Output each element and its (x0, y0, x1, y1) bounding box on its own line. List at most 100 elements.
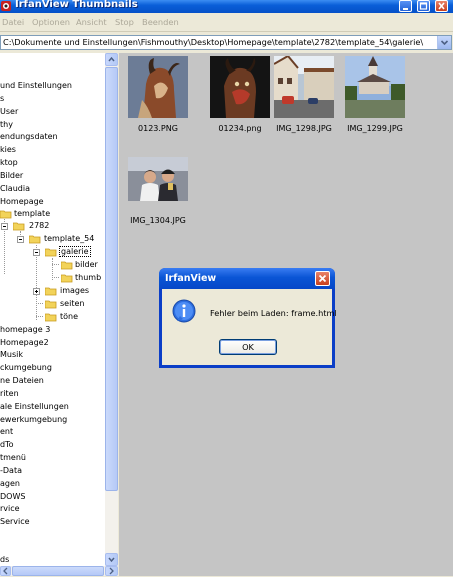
tree-item-thumb[interactable]: thumb (75, 272, 101, 283)
folder-icon (61, 274, 73, 283)
photo-mask-2[interactable] (210, 56, 270, 118)
tree-item[interactable]: ktop (0, 157, 18, 168)
close-icon (438, 2, 445, 10)
thumbnail-caption: 0123.PNG (138, 124, 178, 133)
photo-church[interactable] (345, 56, 405, 118)
maximize-button[interactable] (417, 0, 430, 12)
tree-item[interactable]: ckumgebung (0, 362, 52, 373)
dialog-message: Fehler beim Laden: frame.html (210, 308, 337, 318)
selected-folder-label: galerie (59, 246, 91, 257)
tree-item[interactable]: kies (0, 144, 16, 155)
tree-item-template[interactable]: template (14, 208, 50, 219)
tree-line (36, 316, 43, 317)
close-button[interactable] (435, 0, 448, 12)
dialog-title-bar: IrfanView (159, 268, 335, 289)
maximize-icon (419, 2, 428, 10)
menu-stop[interactable]: Stop (115, 17, 134, 27)
tree-item[interactable]: Service (0, 516, 30, 527)
chevron-right-icon (109, 567, 114, 575)
title-bar: IrfanView Thumbnails (0, 0, 453, 13)
tree-item-images[interactable]: images (60, 285, 89, 296)
folder-open-icon (29, 235, 41, 244)
scroll-down-button[interactable] (105, 553, 118, 566)
tree-item-2782[interactable]: 2782 (29, 220, 49, 231)
dialog-close-button[interactable] (315, 271, 330, 286)
tree-item[interactable]: s (0, 93, 4, 104)
menu-ansicht[interactable]: Ansicht (76, 17, 107, 27)
irfanview-icon (1, 1, 11, 11)
tree-item[interactable]: User (0, 106, 18, 117)
folder-open-icon (0, 210, 12, 219)
chevron-down-icon (440, 40, 449, 46)
tree-item[interactable]: tmenü (0, 452, 26, 463)
folder-open-icon (45, 248, 57, 257)
menu-beenden[interactable]: Beenden (142, 17, 179, 27)
path-dropdown-button[interactable] (437, 36, 451, 49)
chevron-up-icon (108, 56, 115, 62)
scroll-thumb-horizontal[interactable] (12, 566, 104, 576)
tree-item[interactable]: Homepage (0, 196, 44, 207)
tree-vertical-scrollbar[interactable] (105, 53, 118, 567)
tree-item[interactable]: -Data (0, 465, 22, 476)
tree-item-seiten[interactable]: seiten (60, 298, 84, 309)
collapse-icon[interactable] (17, 236, 24, 243)
tree-item[interactable]: und Einstellungen (0, 80, 72, 91)
dialog-body: Fehler beim Laden: frame.html OK (162, 289, 337, 365)
tree-item[interactable]: ewerkumgebung (0, 414, 67, 425)
tree-item[interactable]: rvice (0, 503, 20, 514)
tree-horizontal-scrollbar[interactable] (0, 566, 118, 576)
tree-item-bilder[interactable]: bilder (75, 259, 98, 270)
tree-item[interactable]: ds (0, 554, 9, 565)
chevron-down-icon (108, 557, 115, 563)
scroll-left-button[interactable] (0, 566, 11, 576)
ok-button[interactable]: OK (219, 339, 277, 355)
minimize-icon (403, 8, 408, 10)
photo-couple[interactable] (128, 157, 188, 201)
tree-line (52, 264, 59, 265)
thumbnail-caption: IMG_1298.JPG (276, 124, 332, 133)
dialog-title: IrfanView (165, 273, 217, 284)
tree-item[interactable]: Claudia (0, 183, 30, 194)
photo-street[interactable] (274, 56, 334, 118)
window-title: IrfanView Thumbnails (15, 0, 138, 10)
scroll-up-button[interactable] (105, 53, 118, 66)
tree-item-toene[interactable]: töne (60, 311, 78, 322)
tree-line (36, 303, 43, 304)
tree-item[interactable]: Bilder (0, 170, 23, 181)
tree-item[interactable]: ale Einstellungen (0, 401, 69, 412)
error-dialog: IrfanView Fehler beim Laden: frame.html … (159, 268, 337, 368)
tree-item[interactable]: ne Dateien (0, 375, 44, 386)
close-icon (318, 274, 327, 283)
tree-item[interactable]: agen (0, 478, 20, 489)
tree-item-template-54[interactable]: template_54 (44, 233, 94, 244)
tree-item[interactable]: Musik (0, 349, 23, 360)
path-combobox[interactable]: C:\Dokumente und Einstellungen\Fishmouth… (0, 35, 452, 50)
folder-tree[interactable]: und Einstellungen s User thy endungsdate… (0, 53, 105, 567)
menu-datei[interactable]: Datei (2, 17, 24, 27)
scroll-thumb[interactable] (105, 67, 118, 491)
menu-optionen[interactable]: Optionen (32, 17, 70, 27)
thumbnail-caption: IMG_1304.JPG (130, 216, 186, 225)
tree-item[interactable]: homepage 3 (0, 324, 50, 335)
scroll-right-button[interactable] (105, 566, 118, 576)
chevron-left-icon (3, 567, 8, 575)
tree-item[interactable]: ent (0, 426, 13, 437)
path-text: C:\Dokumente und Einstellungen\Fishmouth… (3, 37, 424, 47)
folder-open-icon (13, 222, 25, 231)
minimize-button[interactable] (399, 0, 412, 12)
tree-item[interactable]: riten (0, 388, 19, 399)
tree-item[interactable]: endungsdaten (0, 131, 58, 142)
collapse-icon[interactable] (33, 249, 40, 256)
folder-icon (45, 300, 57, 309)
photo-mask-1[interactable] (128, 56, 188, 118)
folder-icon (45, 287, 57, 296)
tree-item-galerie[interactable]: galerie (59, 246, 91, 257)
collapse-icon[interactable] (1, 223, 8, 230)
tree-line (52, 277, 59, 278)
tree-item[interactable]: dTo (0, 439, 14, 450)
tree-item[interactable]: DOWS (0, 491, 25, 502)
folder-icon (45, 313, 57, 322)
tree-item[interactable]: thy (0, 119, 13, 130)
tree-item[interactable]: Homepage2 (0, 337, 49, 348)
expand-icon[interactable] (33, 288, 40, 295)
